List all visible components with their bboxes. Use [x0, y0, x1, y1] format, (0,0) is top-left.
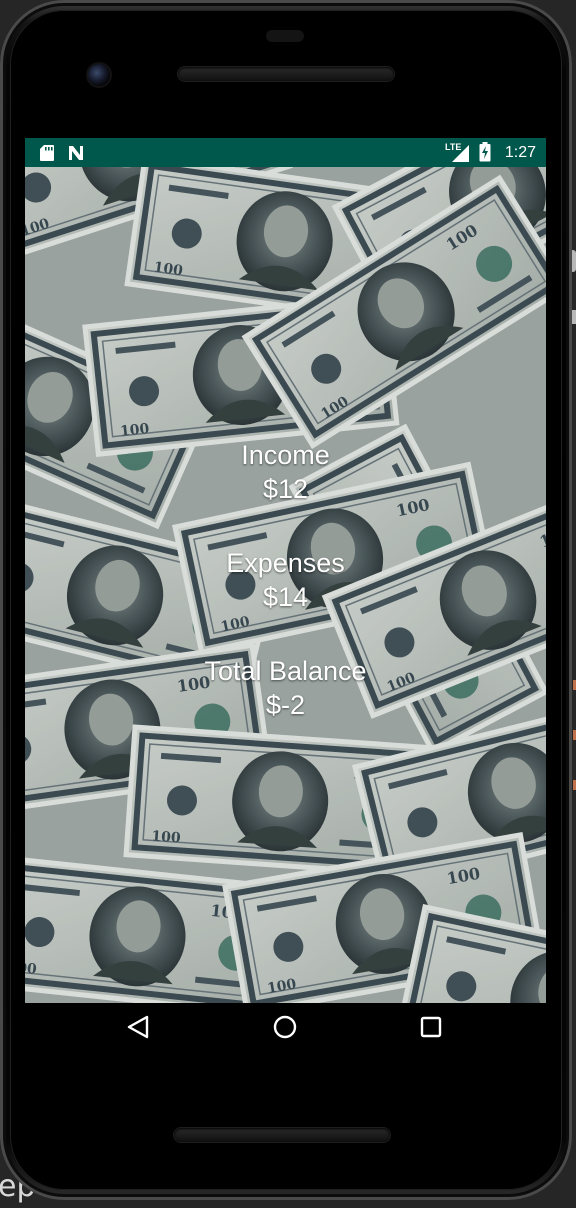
- income-label: Income: [241, 440, 330, 470]
- expenses-label: Expenses: [226, 548, 345, 578]
- home-button[interactable]: [265, 1011, 305, 1043]
- balance-value: $-2: [265, 690, 306, 720]
- phone-frame: LTE 1:27 Income $12 Expenses $14 Total B…: [0, 0, 572, 1200]
- balance-label: Total Balance: [204, 656, 367, 686]
- app-content: 100 100: [25, 167, 546, 1003]
- battery-charging-icon: [479, 142, 491, 167]
- recents-button[interactable]: [411, 1011, 451, 1043]
- bottom-speaker: [174, 1128, 390, 1142]
- status-time: 1:27: [504, 144, 536, 161]
- lte-signal-icon: LTE: [445, 141, 471, 168]
- device-screen: LTE 1:27 Income $12 Expenses $14 Total B…: [25, 138, 546, 1050]
- status-bar: LTE 1:27: [25, 138, 546, 167]
- emulator-window: ep LTE 1:27 Income $12 Expenses $14 Tota…: [0, 0, 576, 1208]
- expenses-value: $14: [262, 582, 309, 612]
- recents-square-icon: [420, 1016, 442, 1038]
- back-button[interactable]: [118, 1011, 158, 1043]
- n-notification-icon: [67, 144, 85, 167]
- sd-card-icon: [39, 144, 55, 167]
- earpiece-speaker: [178, 67, 394, 81]
- income-value: $12: [262, 474, 309, 504]
- back-triangle-icon: [127, 1015, 149, 1039]
- balance-summary: Income $12 Expenses $14 Total Balance $-…: [25, 438, 546, 722]
- proximity-sensor: [266, 30, 304, 42]
- navigation-bar: [25, 1003, 546, 1050]
- income-block: Income $12: [25, 438, 546, 506]
- expenses-block: Expenses $14: [25, 546, 546, 614]
- svg-text:LTE: LTE: [445, 142, 461, 152]
- balance-block: Total Balance $-2: [25, 654, 546, 722]
- front-camera-icon: [88, 64, 110, 86]
- home-circle-icon: [273, 1015, 297, 1039]
